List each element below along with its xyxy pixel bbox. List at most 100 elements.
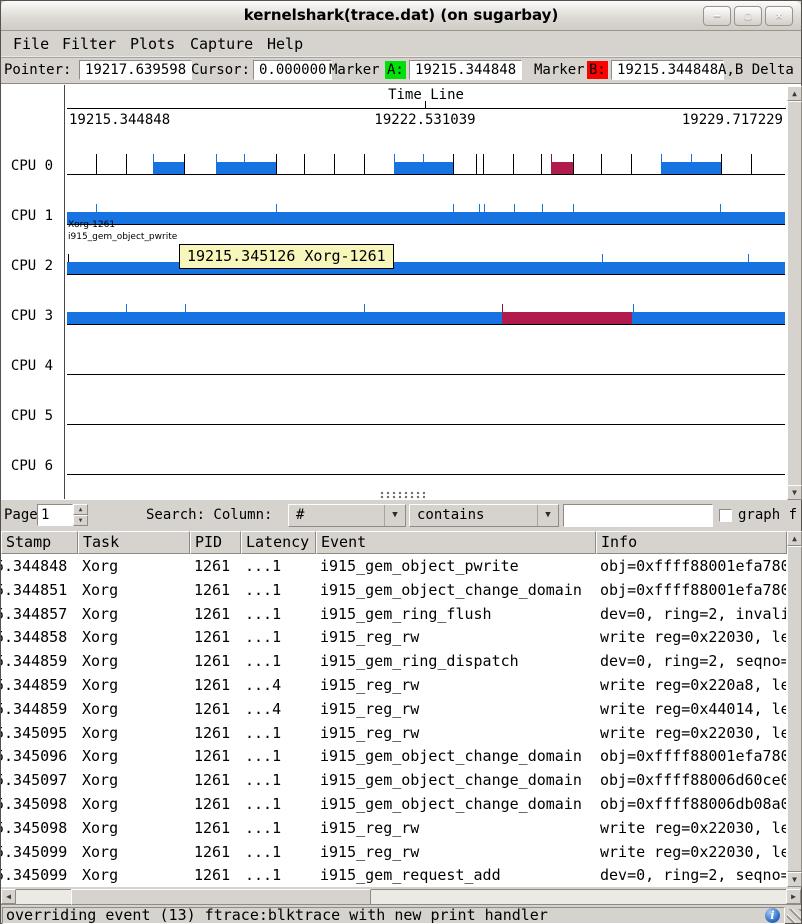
table-row[interactable]: 5.344859Xorg1261...4i915_reg_rwwrite reg… <box>1 697 787 721</box>
event-tick <box>751 154 752 174</box>
maximize-icon[interactable]: ▢ <box>734 6 762 26</box>
menu-help[interactable]: Help <box>265 31 305 57</box>
page-spin-up-icon[interactable]: ▲ <box>73 504 88 515</box>
timeline-center-tick <box>425 101 426 108</box>
ab-delta-label: A,B Delta <box>718 58 794 83</box>
page-spin-down-icon[interactable]: ▼ <box>73 515 88 526</box>
marker-info-bar: Pointer: 19217.639598 Cursor: 0.000000 M… <box>1 57 801 83</box>
page-spinner[interactable] <box>37 504 73 526</box>
cell-info: obj=0xffff88006d60ce0 <box>596 768 786 792</box>
table-row[interactable]: 5.344848Xorg1261...1i915_gem_object_pwri… <box>1 554 787 578</box>
table-row[interactable]: 5.345095Xorg1261...1i915_reg_rwwrite reg… <box>1 721 787 745</box>
list-vscrollbar[interactable]: ▲ ▼ <box>787 531 802 887</box>
cell-latency: ...1 <box>241 554 316 578</box>
timeline-graph-panel[interactable]: Time Line 19215.344848 19222.531039 1922… <box>1 83 801 500</box>
cell-task: Xorg <box>78 602 190 626</box>
cpu-task-bar <box>394 162 453 174</box>
column-header-latency[interactable]: Latency <box>241 531 316 554</box>
cpu-label: CPU 3 <box>5 308 59 324</box>
column-header-stamp[interactable]: Stamp <box>1 531 78 554</box>
cpu-task-bar <box>67 262 785 274</box>
cell-event: i915_gem_request_add <box>316 863 596 887</box>
marker-b-label: Marker <box>534 58 585 83</box>
info-icon[interactable]: i <box>765 908 780 923</box>
cpu-baseline <box>67 274 785 275</box>
minimize-icon[interactable]: — <box>703 6 731 26</box>
cell-latency: ...1 <box>241 792 316 816</box>
close-icon[interactable]: ✕ <box>765 6 793 26</box>
cell-pid: 1261 <box>190 625 241 649</box>
column-header-info[interactable]: Info <box>596 531 787 554</box>
marker-b-value: 19215.344848 <box>611 60 724 80</box>
cell-pid: 1261 <box>190 863 241 887</box>
table-row[interactable]: 5.344859Xorg1261...4i915_reg_rwwrite reg… <box>1 673 787 697</box>
cell-pid: 1261 <box>190 721 241 745</box>
cell-info: write reg=0x22030, le <box>596 625 786 649</box>
menu-filter[interactable]: Filter <box>60 31 118 57</box>
column-select[interactable]: # ▼ <box>288 504 406 527</box>
scroll-up-icon[interactable]: ▲ <box>787 531 802 546</box>
list-hscrollbar[interactable]: ◀ ▶ <box>1 889 801 905</box>
resize-grip[interactable] <box>787 909 801 923</box>
event-tick <box>334 154 335 174</box>
graph-follows-checkbox[interactable] <box>719 509 732 522</box>
search-input[interactable] <box>563 504 713 527</box>
pointer-value: 19217.639598 <box>79 60 192 80</box>
table-row[interactable]: 5.345098Xorg1261...1i915_gem_object_chan… <box>1 792 787 816</box>
event-tick <box>513 154 514 174</box>
cursor-value: 0.000000 <box>253 60 332 80</box>
cell-stamp: 5.344857 <box>1 602 78 626</box>
list-hscroll-thumb[interactable] <box>71 889 371 905</box>
cell-pid: 1261 <box>190 554 241 578</box>
cell-stamp: 5.345098 <box>1 816 78 840</box>
table-row[interactable]: 5.344859Xorg1261...1i915_gem_ring_dispat… <box>1 649 787 673</box>
scroll-right-icon[interactable]: ▶ <box>786 889 801 904</box>
scroll-up-icon[interactable]: ▲ <box>787 86 802 101</box>
cell-info: obj=0xffff88001efa780 <box>596 578 786 602</box>
graph-vscrollbar[interactable]: ▲ ▼ <box>787 86 802 500</box>
event-table-header: StampTaskPIDLatencyEventInfo <box>1 531 787 554</box>
table-row[interactable]: 5.345098Xorg1261...1i915_reg_rwwrite reg… <box>1 816 787 840</box>
menu-file[interactable]: File <box>11 31 51 57</box>
table-row[interactable]: 5.344857Xorg1261...1i915_gem_ring_flushd… <box>1 602 787 626</box>
pane-splitter-handle[interactable] <box>379 491 425 499</box>
menu-capture[interactable]: Capture <box>188 31 255 57</box>
cell-stamp: 5.344848 <box>1 554 78 578</box>
event-tick <box>276 154 277 174</box>
cell-info: write reg=0x22030, le <box>596 721 786 745</box>
operator-select[interactable]: contains ▼ <box>409 504 559 527</box>
column-header-event[interactable]: Event <box>316 531 596 554</box>
cell-latency: ...1 <box>241 649 316 673</box>
cell-latency: ...1 <box>241 602 316 626</box>
cell-stamp: 5.345095 <box>1 721 78 745</box>
cpu-task-bar <box>67 212 785 224</box>
cell-latency: ...1 <box>241 578 316 602</box>
scroll-down-icon[interactable]: ▼ <box>787 872 802 887</box>
status-message: overriding event (13) ftrace:blktrace wi… <box>2 907 785 924</box>
list-vscroll-thumb[interactable] <box>787 546 802 872</box>
table-row[interactable]: 5.344851Xorg1261...1i915_gem_object_chan… <box>1 578 787 602</box>
table-row[interactable]: 5.344858Xorg1261...1i915_reg_rwwrite reg… <box>1 625 787 649</box>
marker-a-badge: A: <box>385 61 406 79</box>
table-row[interactable]: 5.345099Xorg1261...1i915_reg_rwwrite reg… <box>1 840 787 864</box>
table-row[interactable]: 5.345097Xorg1261...1i915_gem_object_chan… <box>1 768 787 792</box>
table-row[interactable]: 5.345096Xorg1261...1i915_gem_object_chan… <box>1 744 787 768</box>
cell-stamp: 5.345097 <box>1 768 78 792</box>
scroll-left-icon[interactable]: ◀ <box>1 889 16 904</box>
graph-vscroll-thumb[interactable] <box>787 101 802 486</box>
cpu-task-bar <box>153 162 184 174</box>
table-row[interactable]: 5.345099Xorg1261...1i915_gem_request_add… <box>1 863 787 887</box>
cell-event: i915_reg_rw <box>316 697 596 721</box>
search-column-label: Search: Column: <box>146 500 272 530</box>
title-bar[interactable]: kernelshark(trace.dat) (on sugarbay) — ▢… <box>1 1 801 31</box>
menu-plots[interactable]: Plots <box>128 31 177 57</box>
column-header-pid[interactable]: PID <box>190 531 241 554</box>
scroll-down-icon[interactable]: ▼ <box>787 485 802 500</box>
marker-a-value: 19215.344848 <box>409 60 522 80</box>
event-tooltip: 19215.345126 Xorg-1261 <box>179 244 394 269</box>
chevron-down-icon: ▼ <box>537 505 558 526</box>
cell-task: Xorg <box>78 625 190 649</box>
column-header-task[interactable]: Task <box>78 531 190 554</box>
column-select-value: # <box>296 507 304 523</box>
event-tick <box>453 154 454 174</box>
